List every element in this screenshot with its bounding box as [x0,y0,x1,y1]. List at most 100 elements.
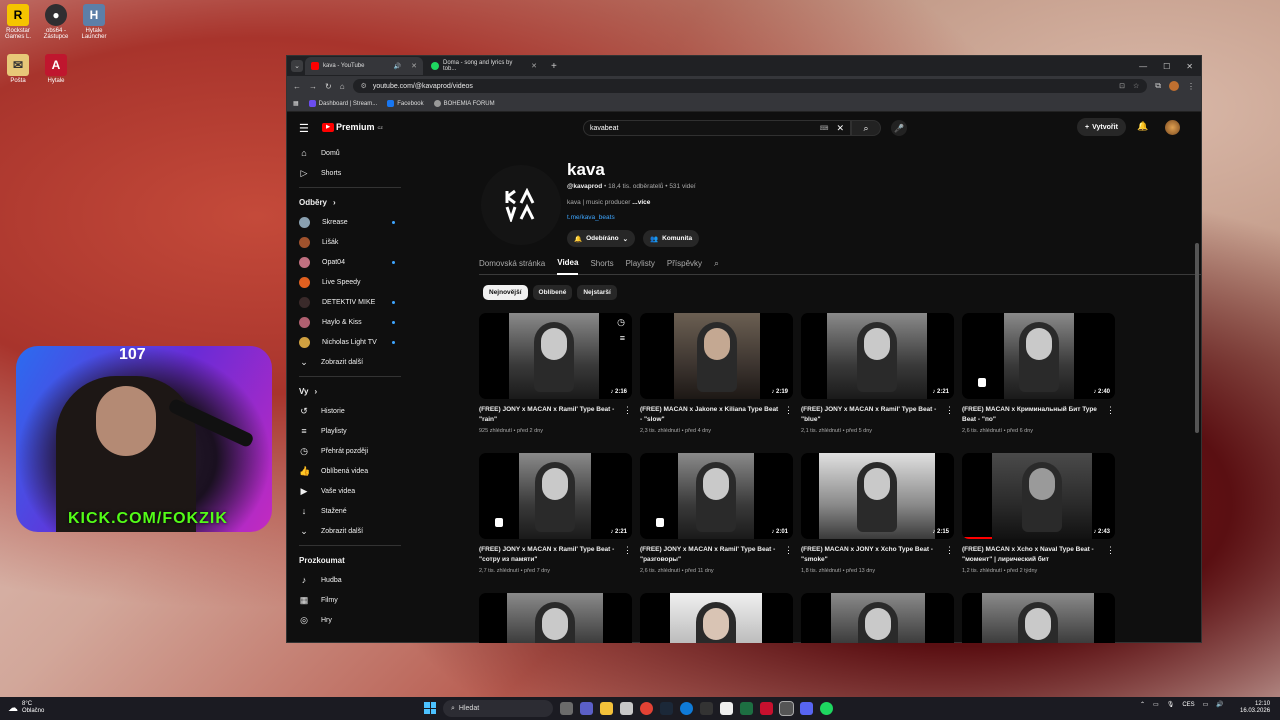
hamburger-menu-icon[interactable]: ☰ [299,122,309,135]
video-thumbnail[interactable] [962,593,1115,643]
network-icon[interactable]: ▭ [1203,701,1209,708]
channel-avatar-large[interactable] [481,165,561,245]
back-icon[interactable]: ← [293,82,301,91]
tab-videos[interactable]: Videa [557,253,579,275]
epic-icon[interactable] [720,702,733,715]
maximize-icon[interactable]: ☐ [1163,62,1170,71]
sidebar-channel-live-speedy[interactable]: Live Speedy [287,272,407,292]
tab-youtube[interactable]: kava - YouTube 🔊 ✕ [305,57,423,75]
close-window-icon[interactable]: ✕ [1186,62,1193,71]
video-title[interactable]: (FREE) JONY x MACAN x Ramil' Type Beat -… [479,405,632,425]
sidebar-channel-nicholas-light[interactable]: Nicholas Light TV [287,332,407,352]
taskbar-search[interactable]: ⌕ Hledat [443,700,553,717]
desktop-icon-hytale[interactable]: A Hytale [42,54,70,84]
video-thumbnail[interactable] [479,593,632,643]
browser-menu-icon[interactable]: ⋮ [1187,82,1195,91]
sidebar-item-downloads[interactable]: ↓ Stažené [287,501,407,521]
video-thumbnail[interactable]: ♪ 2:21 [801,313,954,399]
desktop-icon-rockstar[interactable]: R Rockstar Games L. [4,4,32,40]
app-red-icon[interactable] [760,702,773,715]
chip-newest[interactable]: Nejnovější [483,285,528,300]
sidebar-item-liked[interactable]: 👍 Oblíbená videa [287,461,407,481]
site-info-icon[interactable]: ⚙ [361,82,367,90]
sidebar-item-shorts[interactable]: ▷ Shorts [287,163,407,183]
sidebar-channel-opat04[interactable]: Opat04 [287,252,407,272]
channel-description[interactable]: kava | music producer ...více [567,199,650,206]
more-options-icon[interactable]: ⋮ [1106,545,1115,556]
tray-chevron-icon[interactable]: ⌃ [1140,701,1145,708]
apps-grid-icon[interactable]: ▦ [293,100,299,107]
sidebar-show-more-subs[interactable]: ⌄ Zobrazit další [287,352,407,372]
sidebar-channel-haylo-kiss[interactable]: Haylo & Kiss [287,312,407,332]
sidebar-item-history[interactable]: ↺ Historie [287,401,407,421]
sidebar-item-watch-later[interactable]: ◷ Přehrát později [287,441,407,461]
chrome-icon[interactable] [640,702,653,715]
sidebar-item-playlists[interactable]: ≡ Playlisty [287,421,407,441]
chip-oldest[interactable]: Nejstarší [577,285,617,300]
store-icon[interactable] [620,702,633,715]
sidebar-item-home[interactable]: ⌂ Domů [287,143,407,163]
video-card[interactable]: ♪ 2:40 (FREE) MACAN x Криминальный Бит T… [962,313,1115,453]
video-thumbnail[interactable]: ♪ 2:43 [962,453,1115,539]
steam-icon[interactable] [660,702,673,715]
sidebar-item-movies[interactable]: ▦ Filmy [287,590,407,610]
reload-icon[interactable]: ↻ [325,82,332,91]
more-options-icon[interactable]: ⋮ [784,405,793,416]
sidebar-channel-detektiv-mike[interactable]: DETEKTIV MIKE [287,292,407,312]
extensions-icon[interactable]: ⧉ [1155,81,1161,91]
teams-icon[interactable] [580,702,593,715]
video-thumbnail[interactable]: ♪ 2:21 [479,453,632,539]
video-card[interactable]: ♪ 2:01 (FREE) JONY x MACAN x Ramil' Type… [640,453,793,593]
add-to-queue-icon[interactable]: ≡ [620,333,625,343]
desktop-icon-mail[interactable]: ✉ Pošta [4,54,32,84]
video-card[interactable]: ♪ 2:21 (FREE) JONY x MACAN x Ramil' Type… [801,313,954,453]
video-thumbnail[interactable]: ♪ 2:19 [640,313,793,399]
more-link[interactable]: ...více [632,199,650,206]
video-title[interactable]: (FREE) MACAN x Xcho x Naval Type Beat - … [962,545,1115,565]
watch-later-icon[interactable]: ◷ [617,317,625,328]
video-title[interactable]: (FREE) JONY x MACAN x Ramil' Type Beat -… [640,545,793,565]
tab-posts[interactable]: Příspěvky [667,253,702,275]
sidebar-channel-lisak[interactable]: Lišák [287,232,407,252]
tray-folder-icon[interactable]: ▭ [1153,701,1159,708]
search-button[interactable]: ⌕ [851,120,881,136]
more-options-icon[interactable]: ⋮ [623,545,632,556]
search-input[interactable]: kavabeat ⌨ ✕ [583,120,851,136]
more-options-icon[interactable]: ⋮ [945,545,954,556]
tray-mic-icon[interactable]: 🎙 [1167,701,1175,708]
video-card[interactable]: ♪ 2:19 (FREE) MACAN x Jakone x Kiliana T… [640,313,793,453]
desktop-icon-hytale-launcher[interactable]: H Hytale Launcher [80,4,108,40]
taskbar-clock[interactable]: 12:10 16.03.2026 [1240,701,1270,715]
video-card[interactable] [479,593,632,643]
new-tab-icon[interactable]: + [545,61,563,72]
minimize-icon[interactable]: — [1139,62,1147,71]
more-options-icon[interactable]: ⋮ [1106,405,1115,416]
active-app-icon[interactable] [779,701,794,716]
file-explorer-icon[interactable] [600,702,613,715]
create-button[interactable]: + Vytvořit [1077,118,1126,136]
more-options-icon[interactable]: ⋮ [945,405,954,416]
bookmark-dashboard[interactable]: Dashboard | Stream... [308,100,377,107]
video-title[interactable]: (FREE) MACAN x Jakone x Kiliana Type Bea… [640,405,793,425]
scrollbar-thumb[interactable] [1195,243,1199,433]
install-icon[interactable]: ⊡ [1119,82,1125,90]
subscriptions-heading[interactable]: Odběry › [287,192,407,212]
sidebar-channel-skrease[interactable]: Skrease [287,212,407,232]
channel-search-icon[interactable]: ⌕ [714,258,719,269]
video-title[interactable]: (FREE) JONY x MACAN x Ramil' Type Beat -… [479,545,632,565]
forward-icon[interactable]: → [309,82,317,91]
bookmark-bohemia[interactable]: BOHEMIA FORUM [433,100,495,107]
video-card[interactable]: ◷ ≡ ♪ 2:16 (FREE) JONY x MACAN x Ramil' … [479,313,632,453]
channel-link[interactable]: t.me/kava_beats [567,214,615,221]
edge-icon[interactable] [680,702,693,715]
weather-widget[interactable]: ☁ 8°C Oblačno [8,701,44,715]
chip-popular[interactable]: Oblíbené [532,285,573,300]
bookmark-facebook[interactable]: Facebook [387,100,424,107]
community-button[interactable]: 👥 Komunita [643,230,700,247]
video-thumbnail[interactable]: ♪ 2:15 [801,453,954,539]
video-card[interactable]: ♪ 2:21 (FREE) JONY x MACAN x Ramil' Type… [479,453,632,593]
tab-search-icon[interactable]: ⌄ [291,60,303,72]
notifications-bell-icon[interactable]: 🔔 [1137,121,1148,132]
you-heading[interactable]: Vy › [287,381,407,401]
account-avatar[interactable] [1165,120,1180,135]
